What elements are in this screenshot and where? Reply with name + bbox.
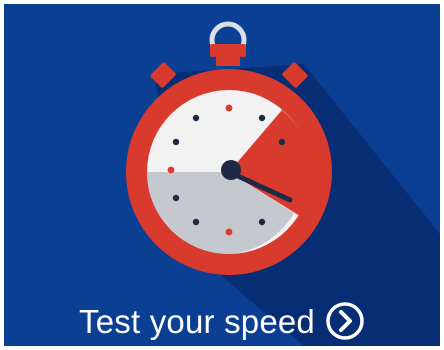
dial-dot [167, 166, 175, 174]
dial-dot [225, 104, 233, 112]
dial-dot [278, 138, 286, 146]
chevron-right-circle-icon[interactable] [325, 301, 365, 341]
dial-dot [172, 194, 180, 202]
speed-test-promo-tile[interactable]: Test your speed [4, 4, 440, 346]
stopwatch-top-button [210, 44, 246, 57]
dial-dot [225, 228, 233, 236]
stopwatch-hub [221, 160, 241, 180]
dial-dot [192, 218, 200, 226]
stopwatch-illustration [4, 4, 440, 346]
dial-dot [258, 218, 266, 226]
dial-dot [192, 114, 200, 122]
test-speed-cta[interactable]: Test your speed [4, 296, 440, 346]
dial-dot [258, 114, 266, 122]
cta-label: Test your speed [79, 302, 315, 340]
dial-dot [172, 138, 180, 146]
